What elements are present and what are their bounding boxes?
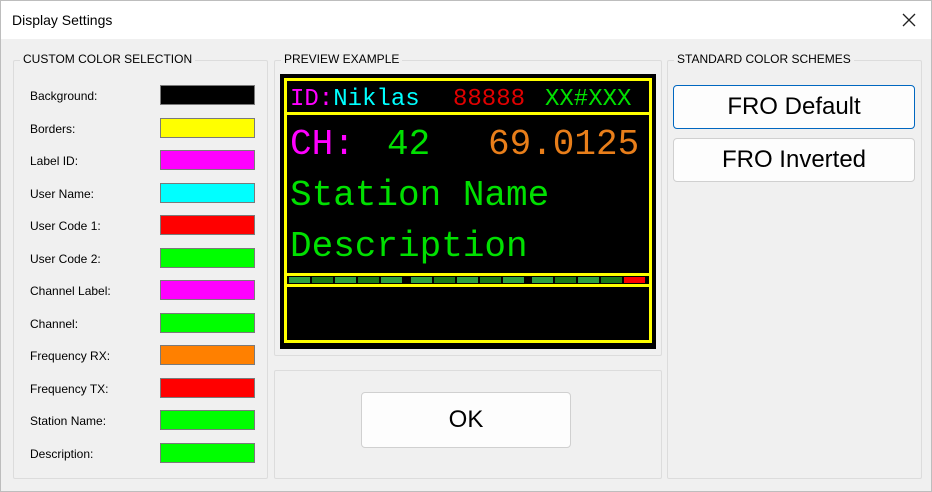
- fro-inverted-button[interactable]: FRO Inverted: [673, 138, 915, 182]
- fro-default-label: FRO Default: [727, 93, 861, 120]
- meter-segment: [601, 277, 622, 283]
- color-swatch[interactable]: [160, 85, 255, 105]
- title-bar: Display Settings: [1, 1, 931, 39]
- custom-color-legend: CUSTOM COLOR SELECTION: [20, 52, 196, 66]
- color-row-label: User Name:: [30, 186, 95, 201]
- ok-button-label: OK: [448, 406, 484, 433]
- preview-user-name: Niklas: [333, 86, 420, 113]
- color-swatch[interactable]: [160, 215, 255, 235]
- meter-segment: [503, 277, 524, 283]
- color-swatch[interactable]: [160, 150, 255, 170]
- preview-group: PREVIEW EXAMPLE ID:Niklas 88888 XX#XXX C…: [274, 52, 662, 356]
- custom-color-group: CUSTOM COLOR SELECTION Background: Border…: [13, 52, 268, 479]
- meter-segment: [624, 277, 645, 283]
- meter-segment: [555, 277, 576, 283]
- preview-user-code-1: 88888: [453, 86, 526, 113]
- preview-station-name: Station Name: [290, 175, 550, 216]
- preview-description: Description: [290, 226, 528, 267]
- meter-segment: [358, 277, 379, 283]
- close-button[interactable]: [895, 7, 923, 33]
- meter-segment: [434, 277, 455, 283]
- color-swatch[interactable]: [160, 442, 255, 463]
- meter-segment: [480, 277, 501, 283]
- color-row-label: Channel:: [30, 316, 79, 331]
- color-swatch[interactable]: [160, 117, 255, 138]
- meter-segment: [381, 277, 402, 283]
- schemes-group: STANDARD COLOR SCHEMES FRO Default FRO I…: [667, 52, 922, 479]
- color-swatch[interactable]: [160, 280, 255, 300]
- color-row-label: Borders:: [30, 121, 76, 136]
- meter-segment: [312, 277, 333, 283]
- color-swatch[interactable]: [160, 377, 255, 398]
- preview-label-id: ID:: [290, 86, 334, 113]
- color-row-label: Frequency RX:: [30, 349, 111, 363]
- display-settings-window: Display Settings CUSTOM COLOR SELECTION …: [0, 0, 932, 492]
- color-swatch[interactable]: [160, 182, 255, 203]
- meter-segment: [289, 277, 310, 283]
- window-title: Display Settings: [12, 12, 113, 28]
- preview-display: ID:Niklas 88888 XX#XXX CH: 42 69.0125 St…: [280, 74, 656, 349]
- meter-segment: [411, 277, 432, 283]
- ok-group: OK: [274, 370, 662, 479]
- preview-channel-label: CH:: [290, 124, 355, 165]
- color-row-label: User Code 1:: [30, 219, 101, 233]
- color-row-label: Description:: [30, 446, 94, 461]
- ok-button[interactable]: OK: [361, 392, 571, 448]
- color-swatch[interactable]: [160, 410, 255, 430]
- meter-segment: [335, 277, 356, 283]
- color-swatch[interactable]: [160, 247, 255, 268]
- close-icon: [902, 13, 916, 27]
- preview-user-code-2: XX#XXX: [545, 86, 632, 113]
- fro-inverted-label: FRO Inverted: [721, 146, 867, 173]
- meter-segment: [457, 277, 478, 283]
- color-row-label: Station Name:: [30, 414, 107, 428]
- color-swatch[interactable]: [160, 312, 255, 333]
- schemes-legend: STANDARD COLOR SCHEMES: [674, 52, 854, 66]
- meter-segment: [532, 277, 553, 283]
- color-row-label: User Code 2:: [30, 251, 101, 266]
- preview-footer-box: [284, 284, 652, 343]
- color-row-label: Channel Label:: [30, 284, 111, 298]
- color-row-label: Label ID:: [30, 154, 79, 168]
- fro-default-button[interactable]: FRO Default: [673, 85, 915, 129]
- preview-legend: PREVIEW EXAMPLE: [281, 52, 403, 66]
- preview-channel: 42: [387, 124, 431, 165]
- color-row-label: Background:: [30, 89, 98, 103]
- color-row-label: Frequency TX:: [30, 381, 109, 396]
- meter-segment: [578, 277, 599, 283]
- color-swatch[interactable]: [160, 345, 255, 365]
- preview-frequency: 69.0125: [488, 124, 640, 165]
